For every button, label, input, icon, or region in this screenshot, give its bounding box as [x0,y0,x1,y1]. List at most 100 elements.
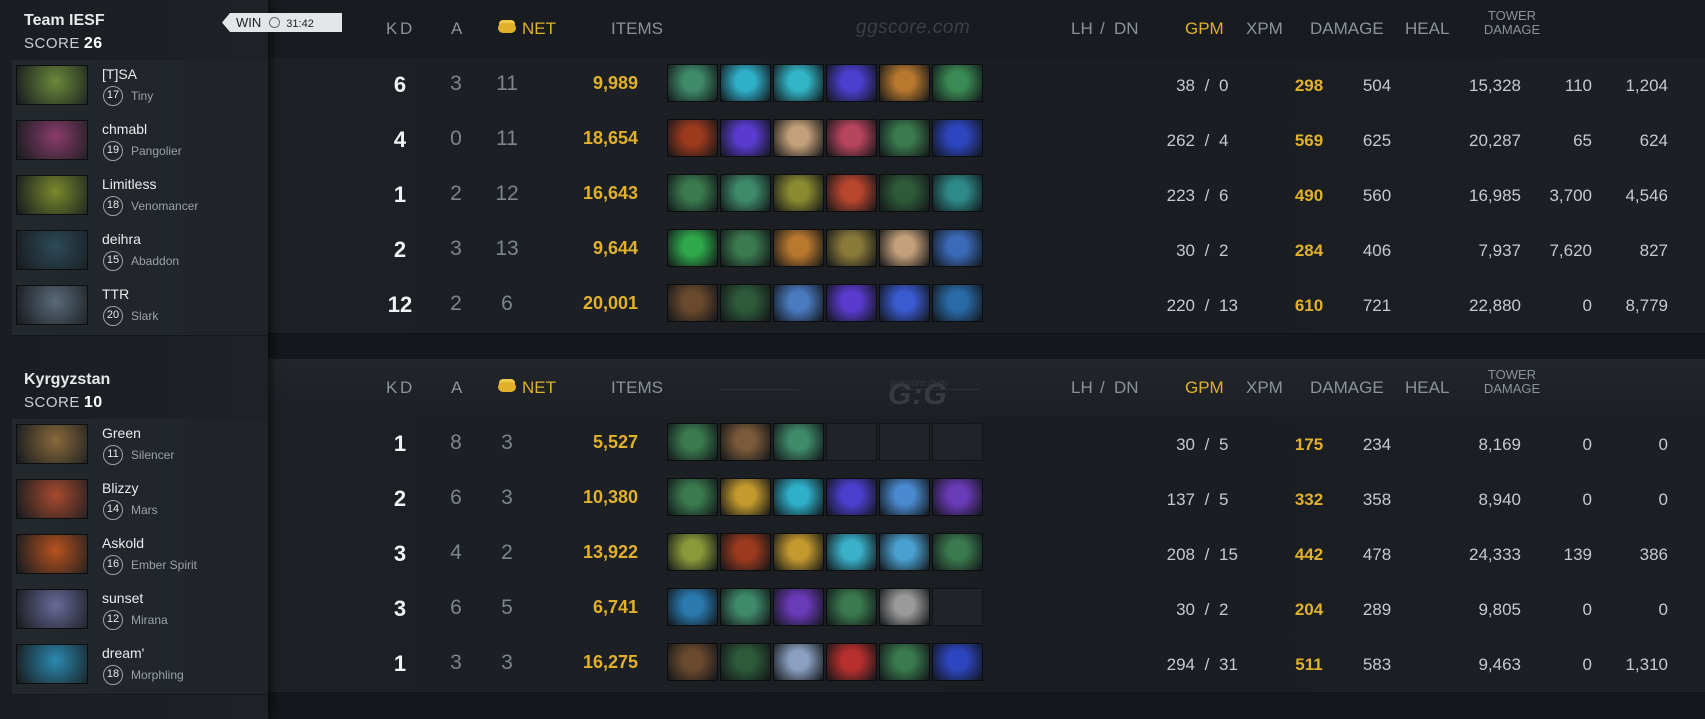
team-name[interactable]: Team IESF [24,12,105,30]
item-slot[interactable] [826,478,877,516]
column-header-slash[interactable]: / [1100,19,1105,39]
item-slot[interactable] [773,284,824,322]
item-slot[interactable] [879,64,930,102]
item-slot[interactable] [720,229,771,267]
item-slot[interactable] [826,174,877,212]
column-header-denies[interactable]: DN [1114,378,1139,398]
item-slot[interactable] [826,119,877,157]
column-header-xpm[interactable]: XPM [1246,19,1283,39]
column-header-heal[interactable]: HEAL [1405,378,1449,398]
item-slot[interactable] [932,119,983,157]
item-slot[interactable] [879,284,930,322]
player-card[interactable]: Blizzy 14 Mars [12,474,268,530]
item-slot[interactable] [932,64,983,102]
column-header-assists[interactable]: A [451,378,462,398]
hero-portrait[interactable] [16,589,88,629]
item-slot[interactable] [932,174,983,212]
item-slot[interactable] [667,64,718,102]
item-slot[interactable] [667,423,718,461]
player-name[interactable]: dream' [102,645,144,661]
column-header-slash[interactable]: / [1100,378,1105,398]
item-slot[interactable] [773,588,824,626]
player-name[interactable]: Askold [102,535,144,551]
item-slot[interactable] [720,174,771,212]
column-header-xpm[interactable]: XPM [1246,378,1283,398]
item-slot[interactable] [667,119,718,157]
item-slot[interactable] [667,284,718,322]
column-header-denies[interactable]: DN [1114,19,1139,39]
player-name[interactable]: deihra [102,231,141,247]
column-header-last-hits[interactable]: LH [1071,19,1093,39]
item-slot[interactable] [826,229,877,267]
item-slot[interactable] [879,119,930,157]
item-slot[interactable] [720,284,771,322]
player-name[interactable]: Limitless [102,176,156,192]
column-header-assists[interactable]: A [451,19,462,39]
item-slot[interactable] [667,533,718,571]
column-header-kills[interactable]: K [386,378,397,398]
item-slot[interactable] [667,643,718,681]
item-slot[interactable] [826,643,877,681]
item-slot[interactable] [773,119,824,157]
player-name[interactable]: chmabl [102,121,147,137]
hero-portrait[interactable] [16,479,88,519]
column-header-tower-damage[interactable]: TOWER DAMAGE [1477,368,1547,396]
item-slot[interactable] [667,588,718,626]
item-slot[interactable] [667,174,718,212]
item-slot[interactable] [879,174,930,212]
item-slot[interactable] [932,229,983,267]
item-slot[interactable] [773,229,824,267]
hero-portrait[interactable] [16,534,88,574]
player-card[interactable]: sunset 12 Mirana [12,584,268,640]
item-slot[interactable] [720,643,771,681]
team-name[interactable]: Kyrgyzstan [24,371,110,389]
item-slot[interactable] [879,478,930,516]
item-slot[interactable] [773,174,824,212]
column-header-tower-damage[interactable]: TOWER DAMAGE [1477,9,1547,37]
item-slot[interactable] [879,533,930,571]
player-name[interactable]: Green [102,425,141,441]
column-header-kills[interactable]: K [386,19,397,39]
hero-portrait[interactable] [16,65,88,105]
column-header-heal[interactable]: HEAL [1405,19,1449,39]
item-slot[interactable] [932,478,983,516]
item-slot[interactable] [879,588,930,626]
item-slot[interactable] [826,64,877,102]
item-slot[interactable] [773,478,824,516]
hero-portrait[interactable] [16,230,88,270]
item-slot[interactable] [773,423,824,461]
item-slot[interactable] [720,64,771,102]
item-slot[interactable] [879,643,930,681]
column-header-items[interactable]: ITEMS [611,19,663,39]
item-slot[interactable] [932,643,983,681]
player-name[interactable]: Blizzy [102,480,139,496]
item-slot[interactable] [773,64,824,102]
player-card[interactable]: chmabl 19 Pangolier [12,115,268,171]
item-slot[interactable] [826,588,877,626]
item-slot[interactable] [932,533,983,571]
column-header-deaths[interactable]: D [400,378,412,398]
item-slot[interactable] [667,478,718,516]
item-slot[interactable] [667,229,718,267]
column-header-last-hits[interactable]: LH [1071,378,1093,398]
player-card[interactable]: deihra 15 Abaddon [12,225,268,281]
player-card[interactable]: TTR 20 Slark [12,280,268,336]
item-slot[interactable] [932,284,983,322]
column-header-damage[interactable]: DAMAGE [1310,19,1384,39]
hero-portrait[interactable] [16,175,88,215]
item-slot[interactable] [720,478,771,516]
hero-portrait[interactable] [16,285,88,325]
column-header-gpm[interactable]: GPM [1185,19,1224,39]
column-header-damage[interactable]: DAMAGE [1310,378,1384,398]
player-card[interactable]: Green 11 Silencer [12,419,268,475]
player-name[interactable]: sunset [102,590,143,606]
hero-portrait[interactable] [16,644,88,684]
item-slot[interactable] [773,643,824,681]
item-slot[interactable] [773,533,824,571]
player-card[interactable]: Askold 16 Ember Spirit [12,529,268,585]
column-header-gpm[interactable]: GPM [1185,378,1224,398]
player-name[interactable]: TTR [102,286,129,302]
item-slot[interactable] [879,229,930,267]
player-card[interactable]: Limitless 18 Venomancer [12,170,268,226]
item-slot[interactable] [720,119,771,157]
